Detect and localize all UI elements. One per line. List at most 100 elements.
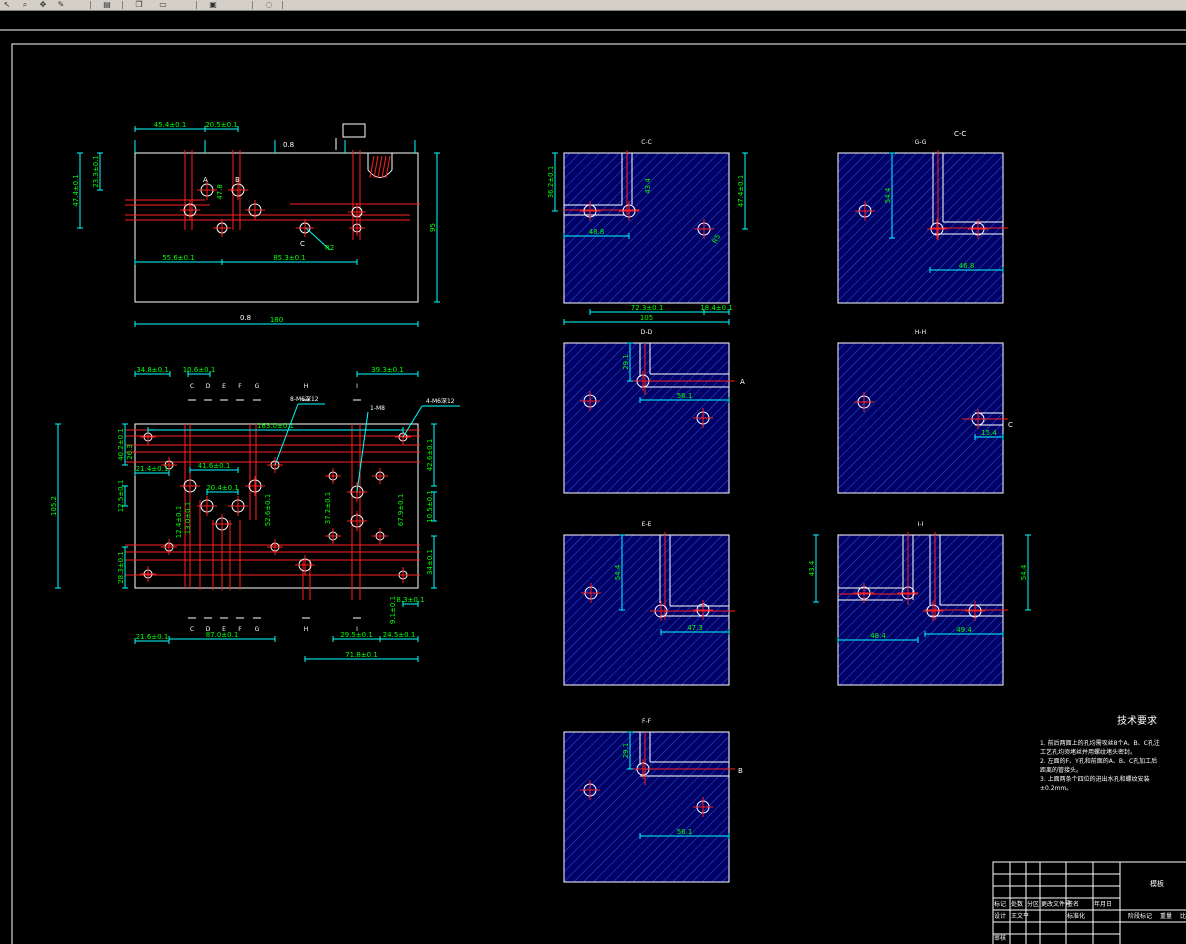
dim-ii-48: 48.4 (870, 632, 886, 640)
title-block-stage: 重量 (1160, 912, 1172, 920)
dim-top-34b: 34±0.1 (426, 549, 434, 575)
dim-ee-54: 54.4 (614, 564, 622, 580)
dim-top-28: 28.3±0.1 (117, 551, 125, 584)
dim-front-55: 55.6±0.1 (162, 254, 195, 262)
dim-top-24: 24.5±0.1 (383, 631, 416, 639)
section-mark-top: E (222, 383, 226, 390)
tolerance-frame (342, 123, 366, 138)
dim-top-12-4: 12.4±0.1 (175, 506, 183, 539)
dim-top-12-5: 12.5±0.1 (117, 480, 125, 513)
dim-top-34: 34.8±0.1 (136, 366, 169, 374)
dim-front-47: 47.4±0.1 (72, 174, 80, 207)
dim-ii-49: 49.4 (956, 626, 972, 634)
cad-drawing-canvas[interactable]: 45.4±0.1 20.5±0.1 23.3±0.1 47.4±0.1 47.8 55.6… (0, 11, 1186, 944)
title-block-label: 签名 (1067, 900, 1079, 908)
roughness-mark: 0.8 (283, 141, 294, 149)
dim-front-45: 45.4±0.1 (154, 121, 187, 129)
dim-cc-72: 72.3±0.1 (631, 304, 664, 312)
dim-gg-54: 54.4 (884, 187, 892, 203)
save-icon[interactable]: ▣ (206, 0, 220, 9)
dim-top-42: 42.6±0.1 (426, 439, 434, 472)
notes-line: 2. 左面的F、Y孔和前面的A、B、C孔加工后 (1040, 757, 1157, 765)
section-title: D-D (641, 329, 653, 336)
title-block-label: 分区 (1027, 900, 1039, 908)
toolbar: ↖ ⌕ ✥ ✎ ▤ ❐ ▭ ▣ ◌ (0, 0, 1186, 11)
section-mark-top: H (304, 383, 309, 390)
note-8m6: 8-M6深12 (290, 395, 319, 403)
dim-ii-54: 54.4 (1020, 564, 1028, 580)
section-mark-bottom: F (238, 626, 242, 633)
section-mark-bottom: G (255, 626, 260, 633)
zoom-icon[interactable]: ⌕ (18, 0, 32, 9)
roughness-mark: 0.8 (240, 314, 251, 322)
dim-cc-18: 18.4±0.1 (700, 304, 733, 312)
dim-front-20: 20.5±0.1 (205, 121, 238, 129)
section-title: I-I (918, 521, 924, 528)
disabled-icon[interactable]: ◌ (262, 0, 276, 9)
layer-icon[interactable]: ▤ (100, 0, 114, 9)
title-block-stage: 比例 (1180, 912, 1186, 920)
label-front-c: C (300, 240, 305, 248)
pocket-hatch (377, 155, 383, 179)
dim-top-21-6: 21.6±0.1 (136, 633, 169, 641)
notes-line: 距离的管接头。 (1040, 766, 1082, 774)
print-icon[interactable]: ▭ (156, 0, 170, 9)
section-title: E-E (642, 521, 652, 528)
leader-8m6 (274, 403, 299, 466)
section-title-2: C-C (954, 130, 966, 138)
dim-dd-29: 29.1 (622, 354, 630, 370)
dim-top-37: 37.2±0.1 (324, 492, 332, 525)
dim-cc-36: 36.2±0.1 (547, 166, 555, 199)
section-mark-top: I (356, 383, 358, 390)
section-title: G-G (915, 139, 927, 146)
leader-4m6 (402, 405, 423, 438)
section-mark-bottom: D (206, 626, 211, 633)
highlight-icon[interactable]: ✎ (54, 0, 68, 9)
dim-front-47-8: 47.8 (216, 184, 224, 200)
dim-cc-47: 47.4±0.1 (737, 175, 745, 208)
note-1m8: 1-M8 (370, 405, 385, 412)
dim-cc-43: 43.4 (644, 178, 652, 194)
note-4m6: 4-M6深12 (426, 397, 455, 405)
front-view-body (134, 152, 419, 303)
section-title: C-C (641, 139, 652, 146)
toolbar-separator (90, 1, 91, 9)
dim-dd-56: 56.1 (677, 392, 693, 400)
part-name: 模板 (1150, 879, 1164, 888)
dim-ee-47: 47.3 (687, 624, 703, 632)
section-mark-top: C (190, 383, 194, 390)
dim-front-r2: R2 (325, 244, 334, 252)
notes-line: ±0.2mm。 (1040, 785, 1072, 792)
pan-icon[interactable]: ✥ (36, 0, 50, 9)
dim-top-41: 41.6±0.1 (198, 462, 231, 470)
dim-front-180: 180 (270, 316, 283, 324)
dim-cc-105: 105 (640, 314, 653, 322)
dim-ii-43: 43.4 (808, 560, 816, 576)
dim-top-52: 52.6±0.1 (264, 494, 272, 527)
section-mark-top: F (238, 383, 242, 390)
dim-cc-48: 48.8 (589, 228, 605, 236)
section-mark-top: G (255, 383, 260, 390)
title-block-designer: 王文平 (1011, 912, 1029, 920)
label-front-b: B (235, 176, 240, 184)
dim-hh-15: 15.4 (981, 429, 997, 437)
arrow-icon[interactable]: ↖ (0, 0, 14, 9)
section-mark-bottom: C (190, 626, 194, 633)
dim-top-21: 21.4±0.1 (136, 465, 169, 473)
toolbar-separator (196, 1, 197, 9)
pocket-hatch (381, 155, 387, 179)
title-block-review: 审核 (994, 934, 1006, 942)
section-mark-b: B (738, 767, 743, 775)
title-block-stage: 阶段标记 (1128, 912, 1152, 920)
dim-top-40: 40.2±0.1 (117, 428, 125, 461)
label-front-a: A (203, 176, 208, 184)
section-title: H-H (915, 329, 926, 336)
dim-top-26: 26.3 (126, 444, 134, 460)
title-block-designer: 标准化 (1067, 912, 1085, 920)
section-mark-c: C (1008, 421, 1013, 429)
section-mark-bottom: I (356, 626, 358, 633)
dim-top-67: 67.9±0.1 (397, 494, 405, 527)
notes-line: 3. 上面两条个四位的进出水孔和螺纹安装 (1040, 775, 1150, 783)
notes-line: 工艺孔均须堵丝并用螺纹堵头密封。 (1040, 748, 1136, 756)
copy-icon[interactable]: ❐ (132, 0, 146, 9)
